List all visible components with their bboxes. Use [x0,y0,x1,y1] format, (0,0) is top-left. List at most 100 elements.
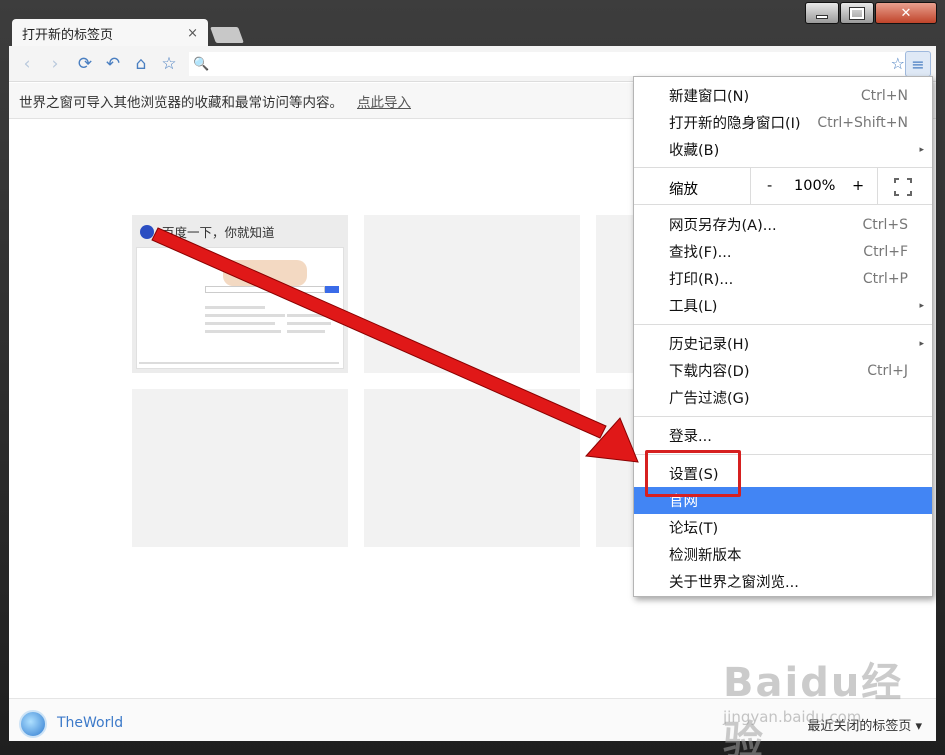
speed-dial-tile-baidu[interactable]: 百度一下，你就知道 [132,215,348,373]
thumbnail-line [287,330,325,333]
menu-item-history[interactable]: 历史记录(H) ▸ [634,330,932,357]
main-menu: 新建窗口(N) Ctrl+N 打开新的隐身窗口(I) Ctrl+Shift+N … [633,76,933,597]
menu-item-label: 关于世界之窗浏览... [669,575,799,591]
shortcut-label: Ctrl+P [862,270,908,287]
menu-item-adblock[interactable]: 广告过滤(G) [634,384,932,411]
forward-icon[interactable]: › [43,52,67,76]
menu-item-label: 检测新版本 [669,548,742,564]
watermark-logo: Baidu经验 [723,660,904,755]
thumbnail-search-button [325,286,339,293]
brand-label[interactable]: TheWorld [57,715,123,731]
menu-item-label: 收藏(B) [669,143,720,159]
maximize-icon [849,6,865,20]
tab-new-tab[interactable]: 打开新的标签页 × [12,19,208,47]
menu-item-downloads[interactable]: 下载内容(D) Ctrl+J [634,357,932,384]
browser-window: 打开新的标签页 × ✕ ‹ › ⟳ ↶ ⌂ ☆ 🔍 ☆ ≡ 世界之窗可导入其他浏… [0,0,945,755]
close-icon: ✕ [900,5,912,21]
watermark-url: jingyan.baidu.com [723,708,862,726]
new-tab-button[interactable] [210,27,244,43]
speed-dial-tile-empty[interactable] [364,389,580,547]
shortcut-label: Ctrl+J [867,362,908,379]
thumbnail-line [205,322,275,325]
main-menu-button[interactable]: ≡ [905,51,931,77]
thumbnail-doodle [223,260,307,286]
menu-item-label: 查找(F)... [669,245,732,261]
thumbnail-line [205,314,285,317]
import-link[interactable]: 点此导入 [357,91,411,111]
menu-item-label: 下载内容(D) [669,364,750,380]
window-controls: ✕ [804,2,937,24]
menu-item-print[interactable]: 打印(R)... Ctrl+P [634,265,932,292]
zoom-in-button[interactable]: + [852,178,864,194]
menu-item-label: 打开新的隐身窗口(I) [669,116,801,132]
tile-header: 百度一下，你就知道 [140,222,275,241]
thumbnail-line [205,306,265,309]
globe-icon [19,710,47,738]
menu-item-label: 网页另存为(A)... [669,218,777,234]
shortcut-label: Ctrl+Shift+N [817,114,908,131]
menu-item-new-window[interactable]: 新建窗口(N) Ctrl+N [634,82,932,109]
menu-item-label: 广告过滤(G) [669,391,750,407]
search-icon: 🔍 [193,56,210,72]
settings-highlight-box [645,450,741,497]
menu-separator [634,416,932,417]
thumbnail-line [205,330,281,333]
title-bar: 打开新的标签页 × ✕ [0,0,945,47]
tile-title: 百度一下，你就知道 [162,225,275,240]
menu-item-label: 历史记录(H) [669,337,750,353]
zoom-divider [750,168,751,204]
minimize-icon [816,15,828,19]
zoom-level: 100% [794,178,836,194]
zoom-label: 缩放 [669,182,698,198]
address-input[interactable] [209,53,909,75]
refresh-icon[interactable]: ⟳ [73,52,97,76]
menu-item-about[interactable]: 关于世界之窗浏览... [634,568,932,595]
thumbnail-line [287,322,331,325]
menu-item-label: 打印(R)... [669,272,734,288]
submenu-arrow-icon: ▸ [919,338,924,349]
minimize-button[interactable] [805,2,839,24]
shortcut-label: Ctrl+S [862,216,908,233]
menu-item-label: 登录... [669,429,712,445]
tile-thumbnail [136,247,344,369]
back-icon[interactable]: ‹ [15,52,39,76]
menu-item-label: 新建窗口(N) [669,89,750,105]
menu-icon: ≡ [911,54,925,74]
bookmark-star-icon[interactable]: ☆ [891,54,905,73]
menu-item-tools[interactable]: 工具(L) ▸ [634,292,932,319]
tab-close-icon[interactable]: × [187,26,198,41]
zoom-row: 缩放 - 100% + [634,167,932,205]
menu-item-find[interactable]: 查找(F)... Ctrl+F [634,238,932,265]
tab-title: 打开新的标签页 [22,27,114,43]
maximize-button[interactable] [840,2,874,24]
import-text: 世界之窗可导入其他浏览器的收藏和最常访问等内容。 [19,94,343,111]
address-bar[interactable]: 🔍 ☆ [189,52,909,76]
menu-item-login[interactable]: 登录... [634,422,932,449]
menu-item-save-as[interactable]: 网页另存为(A)... Ctrl+S [634,211,932,238]
submenu-arrow-icon: ▸ [919,144,924,155]
zoom-out-button[interactable]: - [767,178,772,194]
menu-item-check-update[interactable]: 检测新版本 [634,541,932,568]
menu-item-label: 工具(L) [669,299,718,315]
menu-item-label: 论坛(T) [669,521,719,537]
menu-item-forum[interactable]: 论坛(T) [634,514,932,541]
watermark: Baidu经验 jingyan.baidu.com [723,650,933,755]
fullscreen-icon[interactable] [894,178,912,196]
menu-separator [634,324,932,325]
zoom-divider [877,168,878,204]
thumbnail-searchbox [205,286,325,293]
thumbnail-line [287,314,327,317]
star-icon[interactable]: ☆ [157,52,181,76]
shortcut-label: Ctrl+N [860,87,908,104]
undo-icon[interactable]: ↶ [101,52,125,76]
speed-dial-tile-empty[interactable] [132,389,348,547]
menu-item-incognito[interactable]: 打开新的隐身窗口(I) Ctrl+Shift+N [634,109,932,136]
speed-dial-tile-empty[interactable] [364,215,580,373]
submenu-arrow-icon: ▸ [919,300,924,311]
thumbnail-line [139,362,339,364]
baidu-paw-icon [140,224,154,239]
menu-item-favorites[interactable]: 收藏(B) ▸ [634,136,932,163]
close-window-button[interactable]: ✕ [875,2,937,24]
shortcut-label: Ctrl+F [863,243,908,260]
home-icon[interactable]: ⌂ [129,52,153,76]
